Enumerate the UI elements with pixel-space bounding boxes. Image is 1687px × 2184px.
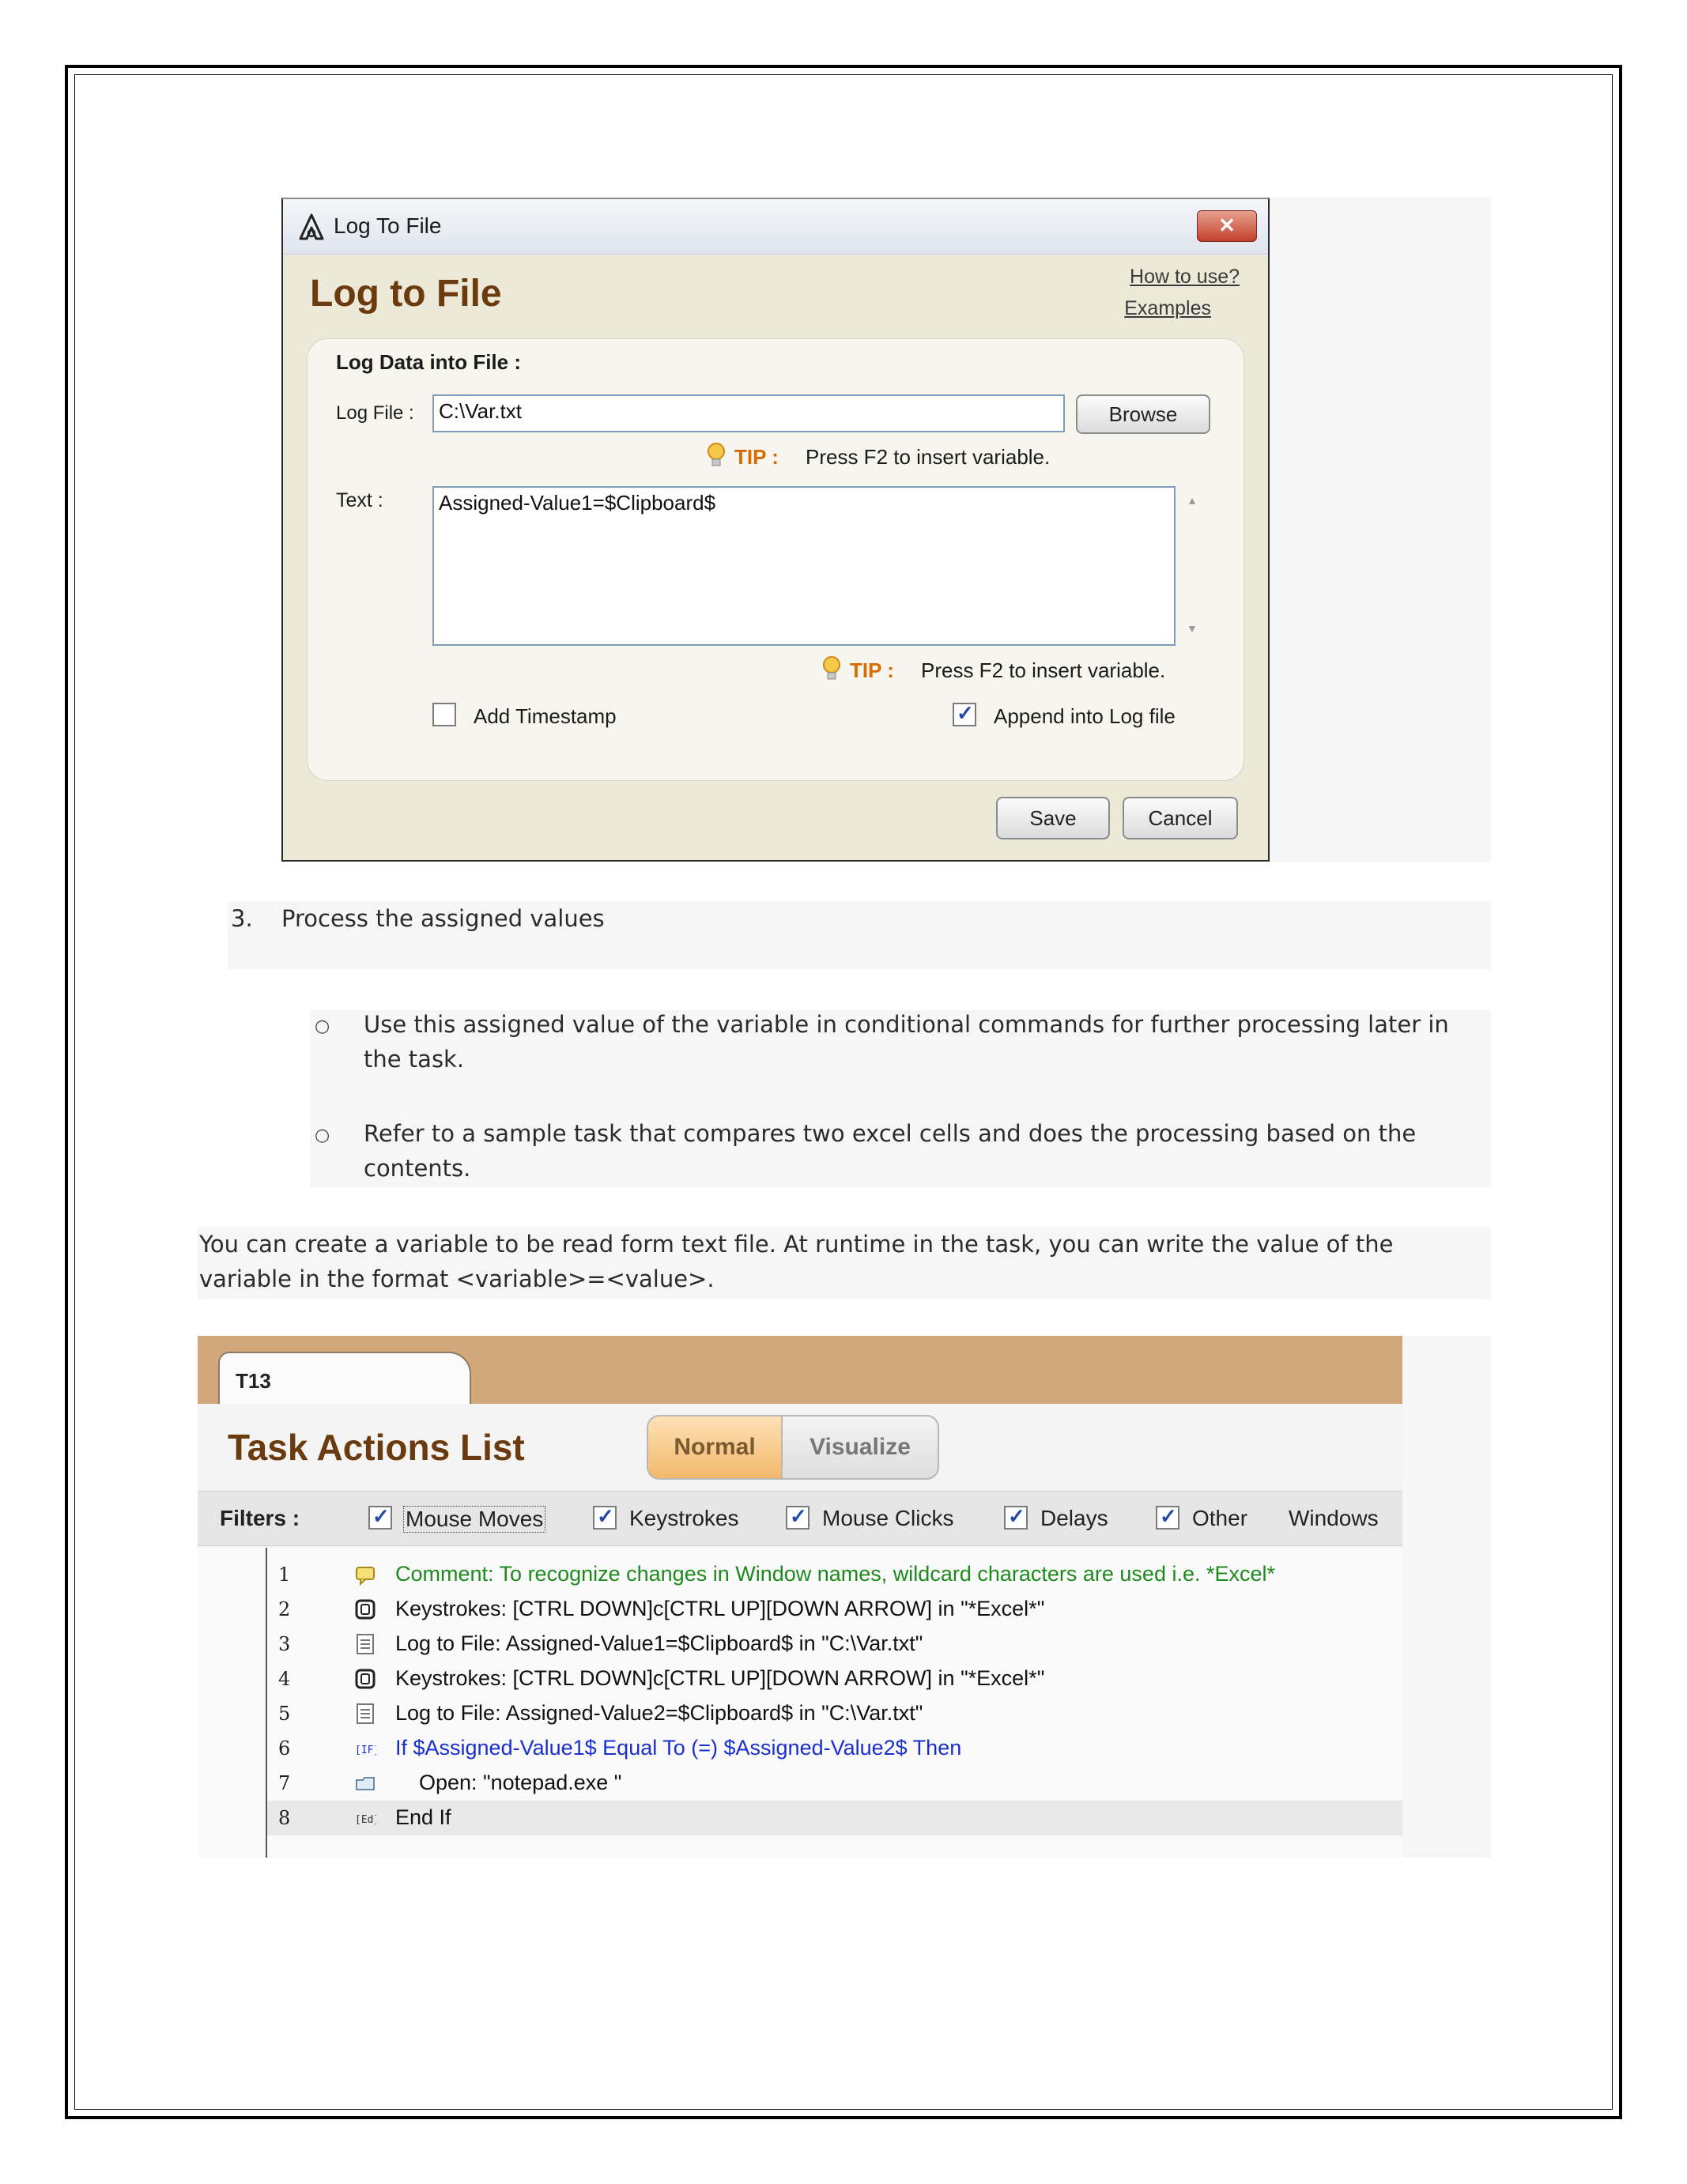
filter-other-label: Other bbox=[1192, 1506, 1248, 1530]
bullet-2-line-2: contents. bbox=[364, 1155, 471, 1182]
filter-mouse-clicks-label: Mouse Clicks bbox=[822, 1506, 954, 1530]
row-number: 7 bbox=[278, 1772, 291, 1794]
textarea-scrollbar[interactable]: ▲ ▼ bbox=[1176, 486, 1210, 646]
section-title: Log Data into File : bbox=[336, 350, 521, 374]
log-file-label: Log File : bbox=[336, 402, 414, 424]
bullet-1-text: Use this assigned value of the variable … bbox=[364, 1007, 1449, 1077]
table-row[interactable]: 8 [Ed] End If bbox=[267, 1801, 1402, 1835]
bullet-marker: ○ bbox=[315, 1017, 330, 1036]
examples-link[interactable]: Examples bbox=[1124, 297, 1211, 320]
filter-mouse-moves-label: Mouse Moves bbox=[403, 1506, 546, 1533]
scroll-down-icon[interactable]: ▼ bbox=[1187, 622, 1198, 635]
tip-text-2: Press F2 to insert variable. bbox=[921, 658, 1166, 682]
dialog-heading: Log to File bbox=[310, 273, 502, 315]
row-text: Keystrokes: [CTRL DOWN]c[CTRL UP][DOWN A… bbox=[395, 1666, 1045, 1690]
row-text: Open: "notepad.exe " bbox=[419, 1771, 622, 1794]
add-timestamp-checkbox[interactable] bbox=[432, 703, 456, 726]
bullet-1-line-1: Use this assigned value of the variable … bbox=[364, 1011, 1449, 1038]
filter-delays-label: Delays bbox=[1040, 1506, 1108, 1530]
tip-label-2: TIP : bbox=[850, 658, 894, 682]
log-to-file-dialog: Log To File ✕ Log to File How to use? Ex… bbox=[281, 198, 1270, 862]
visualize-view-button[interactable]: Visualize bbox=[781, 1415, 939, 1480]
table-row[interactable]: 2 Keystrokes: [CTRL DOWN]c[CTRL UP][DOWN… bbox=[267, 1592, 1402, 1627]
row-number: 8 bbox=[278, 1807, 291, 1829]
log-file-icon bbox=[357, 1634, 374, 1654]
if-icon: [IF] bbox=[355, 1745, 376, 1756]
filter-windows-label[interactable]: Windows bbox=[1289, 1506, 1379, 1531]
filter-bar: Filters : Mouse Moves Keystrokes Mouse C… bbox=[198, 1491, 1402, 1546]
task-actions-panel: T13 Task Actions List Normal Visualize F… bbox=[198, 1336, 1402, 1858]
end-if-icon: [Ed] bbox=[355, 1814, 376, 1826]
table-row[interactable]: 6 [IF] If $Assigned-Value1$ Equal To (=)… bbox=[267, 1731, 1402, 1766]
app-logo-icon bbox=[299, 213, 324, 240]
tab-t13[interactable]: T13 bbox=[218, 1352, 471, 1409]
table-row[interactable]: 5 Log to File: Assigned-Value2=$Clipboar… bbox=[267, 1696, 1402, 1731]
tab-t13-label: T13 bbox=[236, 1369, 271, 1393]
filter-mouse-clicks-checkbox[interactable] bbox=[786, 1504, 810, 1530]
paragraph-line-1: You can create a variable to be read for… bbox=[199, 1231, 1394, 1258]
browse-button[interactable]: Browse bbox=[1076, 394, 1210, 434]
svg-text:[Ed]: [Ed] bbox=[355, 1814, 376, 1826]
open-folder-icon bbox=[356, 1777, 375, 1790]
filter-mouse-moves-checkbox[interactable] bbox=[368, 1504, 392, 1530]
table-row[interactable]: 3 Log to File: Assigned-Value1=$Clipboar… bbox=[267, 1627, 1402, 1662]
row-number: 5 bbox=[278, 1703, 291, 1725]
add-timestamp-label: Add Timestamp bbox=[474, 704, 617, 728]
bullet-1-line-2: the task. bbox=[364, 1046, 465, 1073]
text-label: Text : bbox=[336, 489, 383, 511]
filter-delays-checkbox[interactable] bbox=[1004, 1504, 1028, 1530]
table-row[interactable]: 1 Comment: To recognize changes in Windo… bbox=[267, 1557, 1402, 1592]
task-band bbox=[1402, 1336, 1491, 1858]
row-text: If $Assigned-Value1$ Equal To (=) $Assig… bbox=[395, 1736, 962, 1760]
filters-label: Filters : bbox=[220, 1506, 300, 1530]
scroll-up-icon[interactable]: ▲ bbox=[1187, 494, 1198, 507]
log-file-input[interactable]: C:\Var.txt bbox=[432, 394, 1065, 432]
bullet-2-line-1: Refer to a sample task that compares two… bbox=[364, 1120, 1417, 1147]
row-text: Log to File: Assigned-Value2=$Clipboard$… bbox=[395, 1701, 923, 1725]
intro-paragraph: You can create a variable to be read for… bbox=[199, 1227, 1393, 1296]
task-actions-title: Task Actions List bbox=[228, 1427, 525, 1468]
row-number: 4 bbox=[278, 1668, 291, 1690]
step-text: Process the assigned values bbox=[281, 905, 605, 932]
tip-label: TIP : bbox=[734, 445, 779, 469]
dialog-titlebar: Log To File ✕ bbox=[283, 199, 1268, 255]
comment-icon bbox=[356, 1567, 375, 1586]
how-to-use-link[interactable]: How to use? bbox=[1130, 266, 1240, 289]
lightbulb-icon-2 bbox=[823, 656, 840, 680]
row-text: Keystrokes: [CTRL DOWN]c[CTRL UP][DOWN A… bbox=[395, 1597, 1045, 1620]
filter-keystrokes-checkbox[interactable] bbox=[593, 1504, 617, 1530]
normal-view-button[interactable]: Normal bbox=[647, 1415, 781, 1480]
append-log-label: Append into Log file bbox=[994, 704, 1176, 728]
text-textarea[interactable]: Assigned-Value1=$Clipboard$ bbox=[432, 486, 1176, 646]
row-number: 1 bbox=[278, 1564, 291, 1586]
log-data-panel: Log Data into File : Log File : C:\Var.t… bbox=[307, 338, 1244, 781]
close-button[interactable]: ✕ bbox=[1197, 210, 1257, 242]
row-text: End If bbox=[395, 1805, 451, 1829]
actions-list: 1 Comment: To recognize changes in Windo… bbox=[198, 1548, 1402, 1858]
lightbulb-icon bbox=[708, 443, 725, 466]
close-icon: ✕ bbox=[1218, 213, 1236, 237]
save-button[interactable]: Save bbox=[996, 797, 1110, 839]
step-number: 3. bbox=[231, 905, 253, 932]
append-log-checkbox[interactable] bbox=[953, 701, 976, 726]
cancel-button[interactable]: Cancel bbox=[1123, 797, 1238, 839]
bullet-2-text: Refer to a sample task that compares two… bbox=[364, 1116, 1416, 1186]
paragraph-line-2: variable in the format <variable>=<value… bbox=[199, 1266, 715, 1292]
filter-other-checkbox[interactable] bbox=[1156, 1504, 1179, 1530]
table-row[interactable]: 4 Keystrokes: [CTRL DOWN]c[CTRL UP][DOWN… bbox=[267, 1662, 1402, 1696]
row-number: 3 bbox=[278, 1633, 291, 1655]
dialog-window-title: Log To File bbox=[334, 213, 442, 238]
bullet-marker: ○ bbox=[315, 1126, 330, 1145]
row-number: 2 bbox=[278, 1598, 291, 1620]
keystroke-icon bbox=[355, 1669, 376, 1689]
row-text: Log to File: Assigned-Value1=$Clipboard$… bbox=[395, 1631, 923, 1655]
row-number: 6 bbox=[278, 1737, 291, 1760]
filter-keystrokes-label: Keystrokes bbox=[629, 1506, 739, 1530]
row-text: Comment: To recognize changes in Window … bbox=[395, 1562, 1276, 1586]
log-file-icon bbox=[357, 1703, 374, 1724]
table-row[interactable]: 7 Open: "notepad.exe " bbox=[267, 1766, 1402, 1801]
keystroke-icon bbox=[355, 1599, 376, 1620]
tip-text: Press F2 to insert variable. bbox=[806, 445, 1051, 469]
svg-text:[IF]: [IF] bbox=[355, 1745, 376, 1756]
